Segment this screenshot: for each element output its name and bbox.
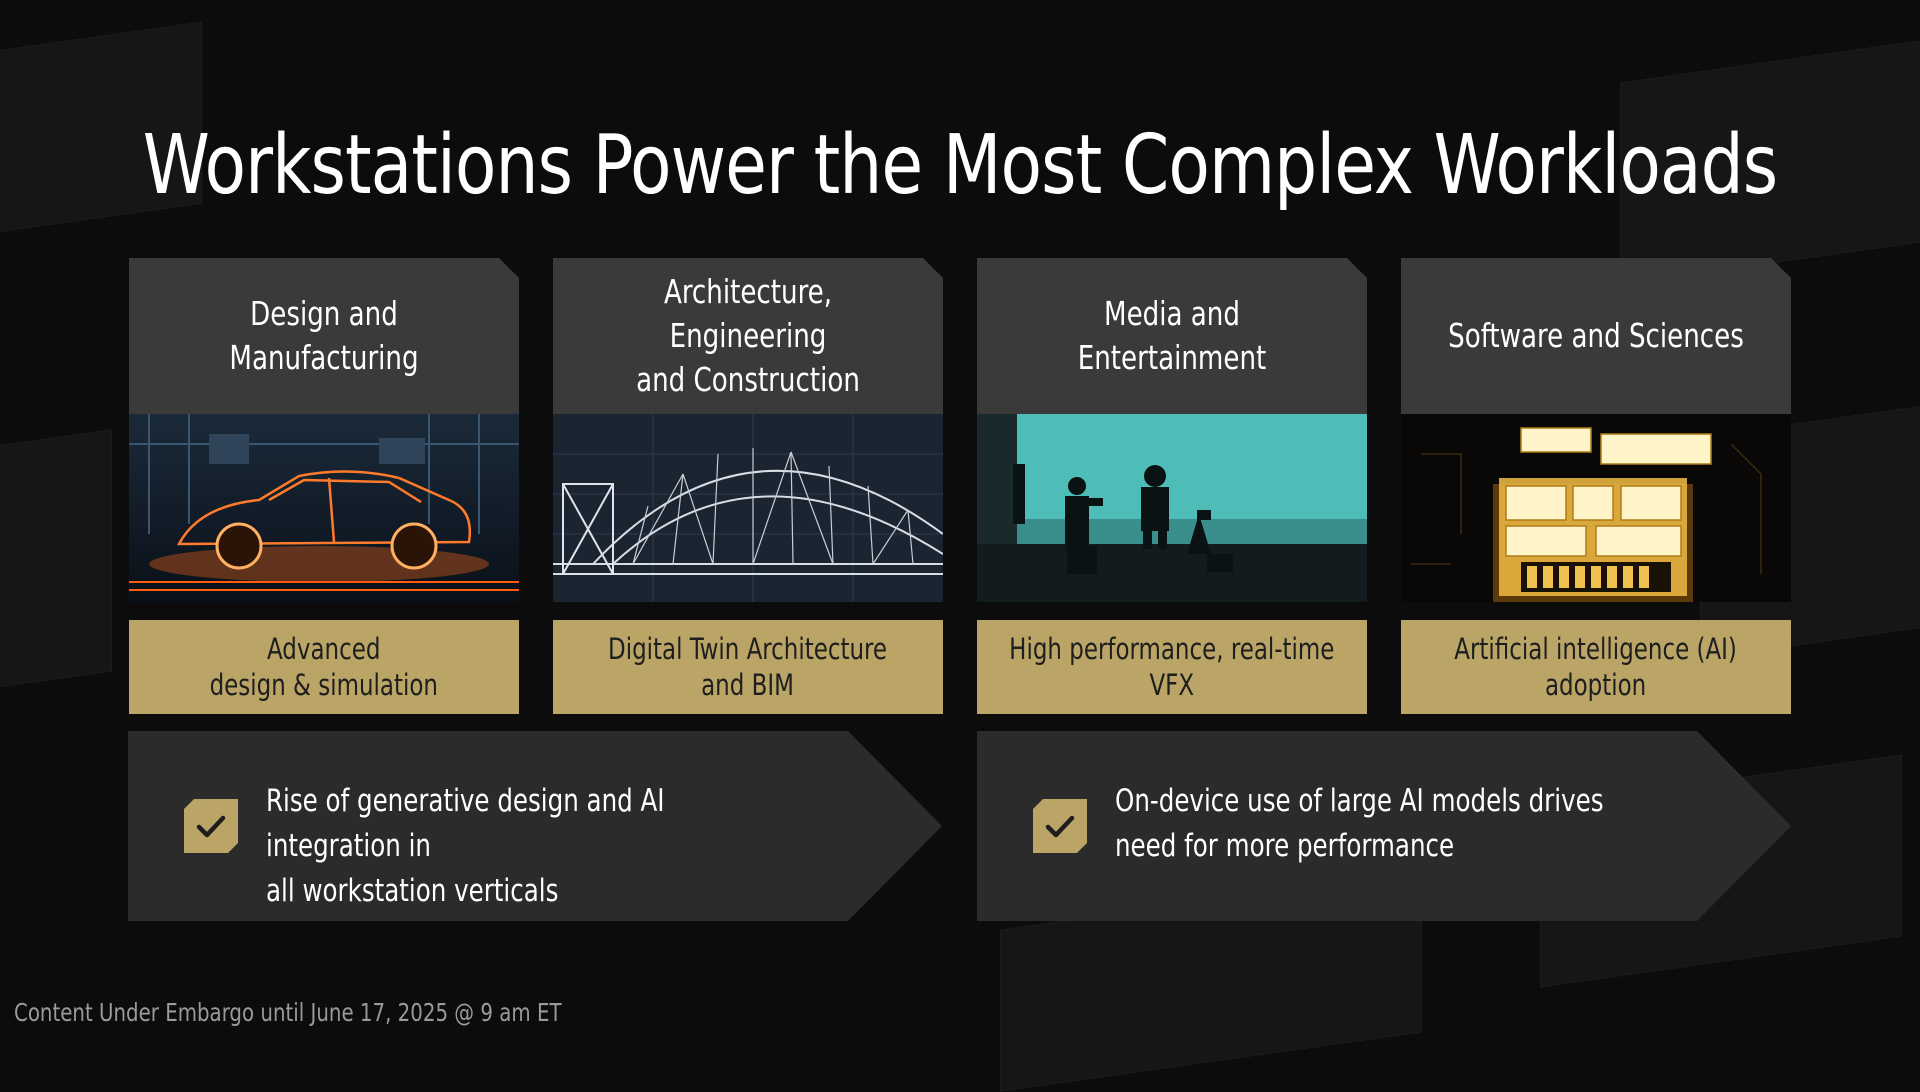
- check-icon: [1033, 799, 1087, 853]
- card-caption: Digital Twin Architecture and BIM: [553, 620, 943, 714]
- embargo-notice: Content Under Embargo until June 17, 202…: [14, 998, 562, 1027]
- card-heading: Architecture, Engineering and Constructi…: [553, 258, 943, 414]
- page-title: Workstations Power the Most Complex Work…: [142, 118, 1778, 213]
- card-caption: Artificial intelligence (AI) adoption: [1401, 620, 1791, 714]
- card-heading: Media and Entertainment: [977, 258, 1367, 414]
- wireframe-bridge-image: [553, 414, 943, 602]
- check-icon: [184, 799, 238, 853]
- card-software-sciences: Software and Sciences Artificial intelli…: [1401, 258, 1791, 714]
- wireframe-car-image: [129, 414, 519, 602]
- card-media-entertainment: Media and Entertainment High performance…: [977, 258, 1367, 714]
- card-heading: Design and Manufacturing: [129, 258, 519, 414]
- card-architecture-engineering: Architecture, Engineering and Constructi…: [553, 258, 943, 714]
- card-design-manufacturing: Design and Manufacturing Advanced design…: [129, 258, 519, 714]
- card-caption: High performance, real-time VFX: [977, 620, 1367, 714]
- card-heading: Software and Sciences: [1401, 258, 1791, 414]
- glowing-chip-image: [1401, 414, 1791, 602]
- highlight-text: Rise of generative design and AI integra…: [266, 783, 665, 909]
- highlight-text: On-device use of large AI models drives …: [1115, 783, 1604, 864]
- highlight-on-device-ai: On-device use of large AI models drives …: [977, 731, 1791, 921]
- card-caption: Advanced design & simulation: [129, 620, 519, 714]
- highlight-generative-design: Rise of generative design and AI integra…: [128, 731, 942, 921]
- film-set-image: [977, 414, 1367, 602]
